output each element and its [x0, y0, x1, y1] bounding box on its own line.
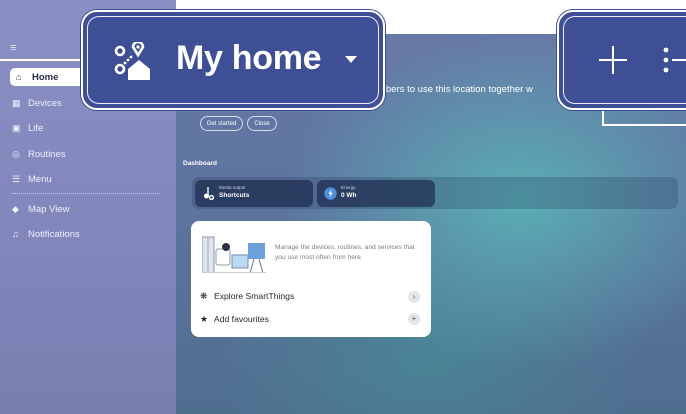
sidebar-item-label: Routines [28, 148, 66, 160]
chevron-right-icon[interactable]: › [408, 291, 420, 303]
location-icon [114, 42, 150, 80]
devices-illustration [202, 236, 266, 273]
explore-smartthings-row[interactable]: ❋ Explore SmartThings [200, 289, 294, 303]
energy-label: Energy [341, 185, 356, 190]
hamburger-menu-icon[interactable]: ≡ [10, 43, 16, 54]
sidebar-item-label: Home [32, 71, 59, 83]
shortcuts-label: Shortcuts [219, 192, 250, 199]
smartthings-icon: ❋ [200, 290, 208, 301]
leader-line [0, 59, 83, 61]
close-button[interactable]: Close [247, 116, 277, 131]
star-icon: ★ [200, 313, 209, 324]
location-title: My home [176, 39, 322, 77]
add-favourites-label: Add favourites [214, 314, 269, 324]
sidebar-item-label: Map View [28, 203, 70, 215]
routines-icon: ◎ [12, 148, 20, 159]
actions-callout [557, 10, 686, 110]
energy-value: 0 Wh [341, 192, 357, 199]
dashboard-label: Dashboard [183, 160, 217, 167]
sidebar-item-notifications[interactable]: ♫ Notifications [12, 225, 80, 243]
home-icon: ⌂ [16, 72, 22, 82]
sidebar-divider [12, 193, 160, 194]
map-view-icon: ◆ [12, 203, 19, 214]
energy-card[interactable]: Energy 0 Wh [317, 180, 435, 207]
sidebar-item-label: Notifications [28, 228, 80, 240]
sidebar-item-menu[interactable]: ☰ Menu [12, 170, 52, 188]
invite-banner-text: bers to use this location together w [386, 84, 533, 95]
more-options-icon[interactable] [659, 44, 673, 76]
menu-icon: ☰ [12, 173, 21, 184]
location-selector-callout[interactable]: My home [81, 10, 385, 110]
sidebar-item-devices[interactable]: ▦ Devices [12, 94, 62, 112]
energy-icon [324, 187, 337, 200]
bell-icon: ♫ [12, 229, 19, 239]
sidebar-item-map-view[interactable]: ◆ Map View [12, 200, 70, 218]
life-icon: ▣ [12, 122, 21, 133]
leader-line [672, 59, 686, 61]
add-favourites-row[interactable]: ★ Add favourites [200, 312, 269, 326]
sidebar-item-label: Life [28, 122, 44, 134]
explore-smartthings-label: Explore SmartThings [214, 291, 295, 301]
music-note-icon [204, 187, 215, 201]
favourites-card: Manage the devices, routines, and servic… [191, 221, 431, 337]
plus-icon[interactable]: + [408, 313, 420, 325]
sidebar-item-life[interactable]: ▣ Life [12, 119, 43, 137]
sidebar-item-label: Menu [28, 173, 52, 185]
media-output-card[interactable]: Media output Shortcuts [195, 180, 313, 207]
favourites-description: Manage the devices, routines, and servic… [275, 244, 415, 261]
devices-icon: ▦ [12, 97, 21, 108]
media-output-label: Media output [219, 185, 246, 190]
leader-line [602, 124, 686, 126]
add-icon[interactable] [597, 44, 629, 76]
sidebar-item-routines[interactable]: ◎ Routines [12, 145, 66, 163]
get-started-button[interactable]: Get started [200, 116, 243, 131]
chevron-down-icon [345, 56, 357, 63]
sidebar-item-label: Devices [28, 97, 62, 109]
